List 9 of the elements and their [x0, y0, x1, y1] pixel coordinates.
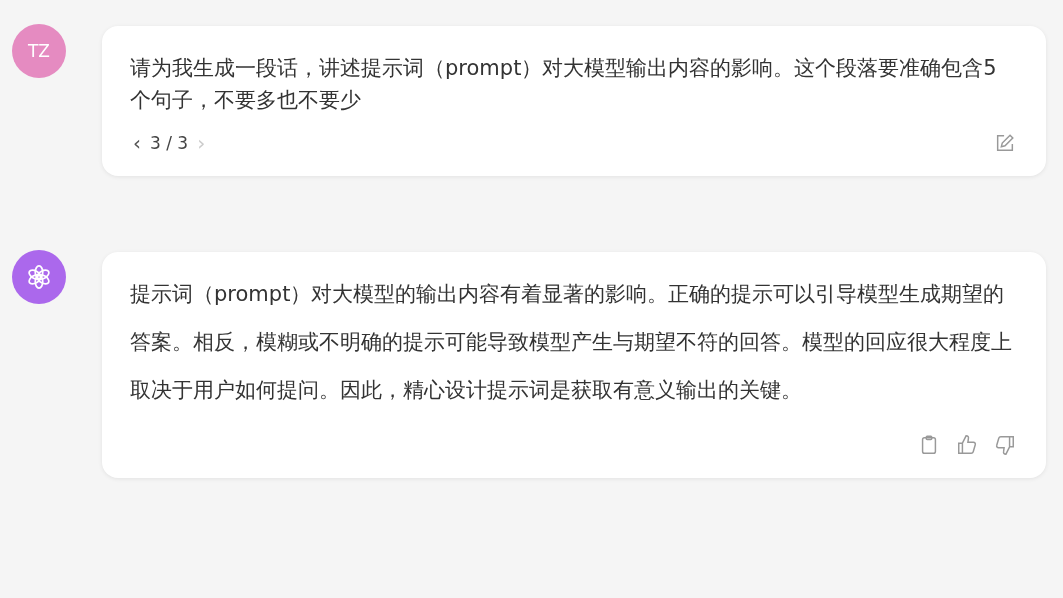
- previous-button[interactable]: ‹: [130, 131, 144, 155]
- flower-logo-icon: [25, 263, 53, 291]
- message-text: 请为我生成一段话，讲述提示词（prompt）对大模型输出内容的影响。这个段落要准确包含5个句子，不要多也不要少: [130, 55, 998, 114]
- thumbs-up-icon[interactable]: [956, 434, 978, 456]
- edit-icon[interactable]: [994, 132, 1016, 154]
- message-text: 提示词（prompt）对大模型的输出内容有着显著的影响。正确的提示可以引导模型生成期望的答案。相反，模糊或不明确的提示可能导致模型产生与期望不符的回答。模型的回应很大程度上取决于用户如何提问。因此，精心设计提示词是获取有意义输出的关键。: [130, 281, 1013, 404]
- page-counter: 3 / 3: [150, 133, 189, 153]
- thumbs-down-icon[interactable]: [994, 434, 1016, 456]
- user-avatar: TZ: [12, 24, 66, 78]
